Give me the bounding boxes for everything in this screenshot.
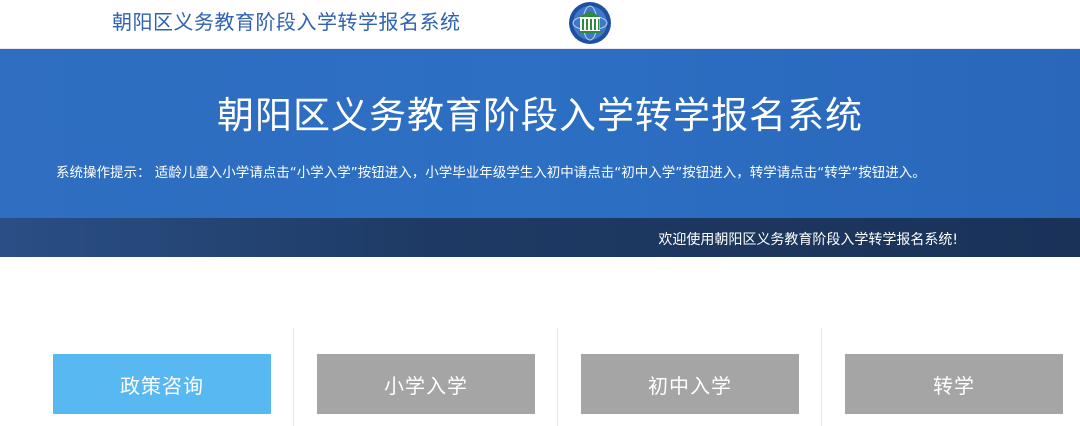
transfer-button[interactable]: 转学: [845, 354, 1063, 414]
top-header: 朝阳区义务教育阶段入学转学报名系统: [0, 0, 1080, 48]
globe-emblem-icon: [569, 2, 611, 44]
primary-enrollment-button[interactable]: 小学入学: [317, 354, 535, 414]
operation-tip: 系统操作提示： 适龄儿童入小学请点击“小学入学”按钮进入，小学毕业年级学生入初中…: [56, 165, 926, 181]
hero-banner: 朝阳区义务教育阶段入学转学报名系统 系统操作提示： 适龄儿童入小学请点击“小学入…: [0, 48, 1080, 219]
column-divider: [821, 328, 822, 426]
policy-consult-button[interactable]: 政策咨询: [53, 354, 271, 414]
column-divider: [293, 328, 294, 426]
column-divider: [557, 328, 558, 426]
junior-high-enrollment-button[interactable]: 初中入学: [581, 354, 799, 414]
welcome-text: 欢迎使用朝阳区义务教育阶段入学转学报名系统!: [658, 232, 958, 248]
banner-title: 朝阳区义务教育阶段入学转学报名系统: [217, 94, 863, 137]
header-title: 朝阳区义务教育阶段入学转学报名系统: [112, 10, 461, 34]
welcome-bar: 欢迎使用朝阳区义务教育阶段入学转学报名系统!: [0, 218, 1080, 257]
